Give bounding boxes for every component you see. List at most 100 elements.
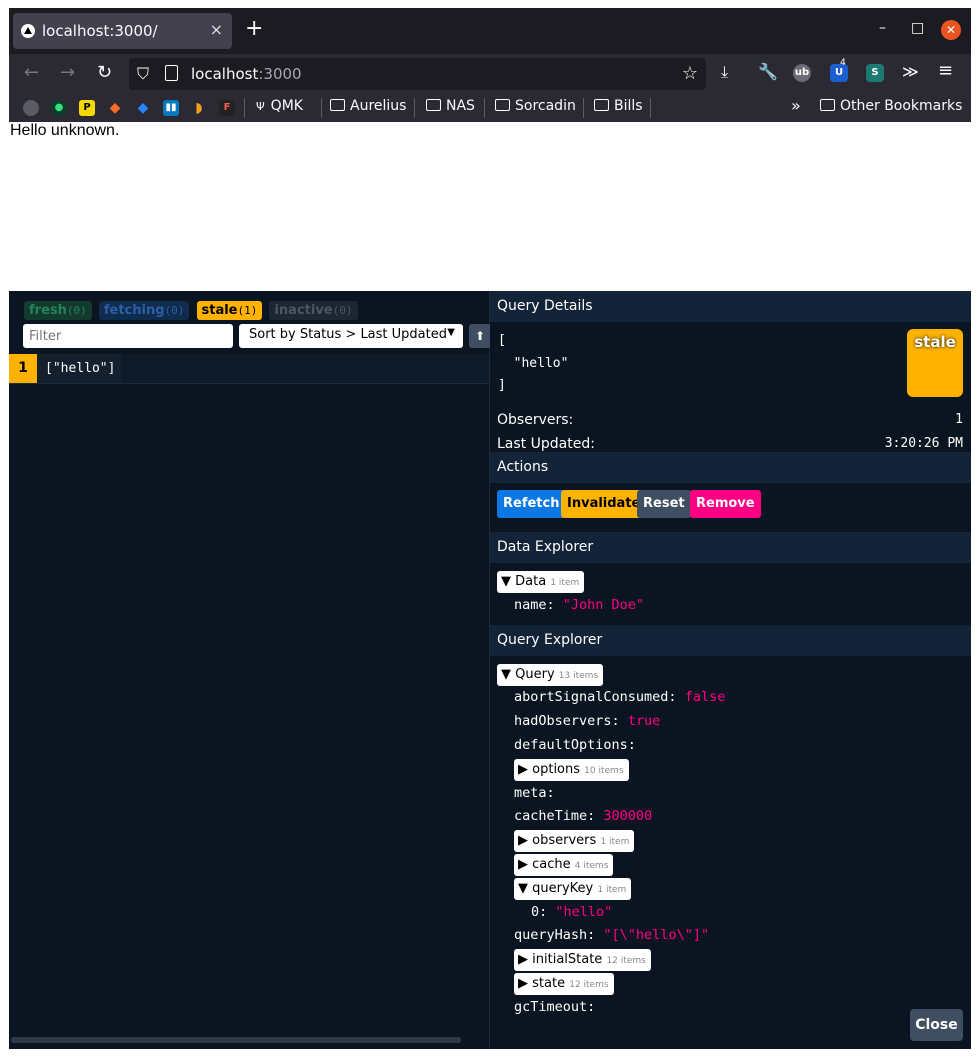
filter-fresh[interactable]: fresh(0) (24, 301, 92, 320)
state-toggle[interactable]: ▶ state 12 items (514, 973, 614, 995)
bookmark-leaf-icon[interactable]: ● (51, 100, 67, 116)
forward-icon[interactable]: → (60, 62, 75, 83)
tab-localhost[interactable]: localhost:3000/ × (13, 13, 232, 49)
last-updated-value: 3:20:26 PM (884, 436, 963, 451)
nextjs-favicon-icon (21, 24, 35, 38)
tab-bar: localhost:3000/ × + – □ ✕ (9, 8, 971, 54)
bookmark-gear-icon[interactable] (23, 100, 39, 116)
extension-badge: 4 (840, 58, 846, 68)
new-tab-button[interactable]: + (245, 16, 263, 41)
sort-direction-button[interactable]: ⬆ (469, 324, 491, 348)
reset-button[interactable]: Reset (637, 490, 691, 518)
query-details-pane: Query Details [ "hello" ] stale Observer… (490, 291, 971, 1049)
download-icon[interactable]: ⤓ (721, 62, 728, 82)
menu-icon[interactable]: ≡ (938, 60, 953, 81)
bookmarks-overflow-icon[interactable]: » (791, 96, 801, 115)
gitlab-icon[interactable]: ◆ (107, 100, 123, 116)
bookmark-separator (244, 98, 245, 118)
query-key-line: [ (498, 333, 506, 348)
status-badge: stale (907, 329, 963, 397)
bookmark-folder-bills[interactable]: Bills (594, 98, 643, 114)
query-observer-count: 1 (9, 354, 37, 383)
url-bar[interactable]: ⛉ localhost:3000 ☆ (129, 58, 706, 90)
bread-icon[interactable]: ◗ (191, 100, 207, 116)
triangle-down-icon: ▼ (501, 667, 511, 682)
filter-input[interactable] (23, 324, 233, 348)
bookmark-f-icon[interactable]: F (219, 100, 235, 116)
observers-label: Observers: (497, 412, 574, 428)
query-key-item: 0: "hello" (531, 904, 613, 920)
bookmark-p-icon[interactable]: P (79, 100, 95, 116)
filter-fetching[interactable]: fetching(0) (98, 301, 190, 320)
folder-icon (820, 99, 835, 111)
query-row[interactable]: 1 ["hello"] (9, 354, 489, 384)
trello-icon[interactable]: ▮▮ (163, 100, 179, 116)
default-options-entry: defaultOptions: (514, 737, 636, 753)
remove-button[interactable]: Remove (690, 490, 761, 518)
ublock-icon[interactable]: ub (793, 64, 811, 82)
query-key-label: ["hello"] (38, 354, 123, 383)
query-hash-entry: queryHash: "[\"hello\"]" (514, 927, 710, 943)
query-key-toggle[interactable]: ▼ queryKey 1 item (514, 878, 632, 900)
back-icon[interactable]: ← (24, 62, 39, 83)
bookmark-qmk[interactable]: Ψ QMK (256, 98, 303, 114)
had-observers-entry: hadObservers: true (514, 713, 661, 729)
maximize-icon[interactable]: □ (911, 20, 924, 36)
other-bookmarks[interactable]: Other Bookmarks (820, 98, 962, 114)
react-query-devtools-panel: fresh(0) fetching(0) stale(1) inactive(0… (9, 291, 971, 1049)
chevron-down-icon: ▼ (447, 327, 455, 338)
tab-title: localhost:3000/ (42, 22, 158, 40)
sort-select[interactable]: Sort by Status > Last Updated ▼ (239, 324, 463, 348)
page-viewport: Hello unknown. (9, 122, 971, 291)
filter-stale[interactable]: stale(1) (196, 301, 263, 320)
wrench-icon[interactable]: 🔧 (758, 62, 778, 81)
query-explorer-header: Query Explorer (490, 625, 971, 656)
nav-bar: ← → ↻ ⛉ localhost:3000 ☆ ⤓ 🔧 ub U 4 S ≫ … (9, 54, 971, 94)
horizontal-scrollbar[interactable] (11, 1037, 461, 1043)
bookmark-star-icon[interactable]: ☆ (682, 63, 698, 84)
filter-inactive[interactable]: inactive(0) (269, 301, 358, 320)
cache-toggle[interactable]: ▶ cache 4 items (514, 854, 614, 876)
abort-signal-entry: abortSignalConsumed: false (514, 689, 726, 705)
browser-window: localhost:3000/ × + – □ ✕ ← → ↻ ⛉ localh… (9, 8, 971, 1049)
bookmark-separator (583, 98, 584, 118)
triangle-right-icon: ▶ (518, 857, 528, 872)
bookmark-folder-aurelius[interactable]: Aurelius (330, 98, 406, 114)
last-updated-label: Last Updated: (497, 436, 595, 452)
observers-toggle[interactable]: ▶ observers 1 item (514, 830, 635, 852)
query-key-line: "hello" (498, 356, 569, 371)
initial-state-toggle[interactable]: ▶ initialState 12 items (514, 949, 651, 971)
cache-time-entry: cacheTime: 300000 (514, 808, 653, 824)
window-close-icon[interactable]: ✕ (941, 20, 961, 40)
shield-icon[interactable]: ⛉ (137, 64, 149, 84)
jira-icon[interactable]: ◆ (135, 100, 151, 116)
query-list-pane: fresh(0) fetching(0) stale(1) inactive(0… (9, 291, 491, 1049)
close-devtools-button[interactable]: Close (910, 1009, 963, 1041)
s-extension-icon[interactable]: S (866, 64, 884, 82)
folder-icon (594, 99, 609, 111)
url-text: localhost:3000 (191, 65, 302, 83)
reload-icon[interactable]: ↻ (97, 62, 112, 83)
bookmark-folder-sorcadin[interactable]: Sorcadin (495, 98, 576, 114)
sort-select-value: Sort by Status > Last Updated (249, 327, 447, 342)
bookmark-separator (414, 98, 415, 118)
triangle-right-icon: ▶ (518, 952, 528, 967)
minimize-icon[interactable]: – (879, 20, 886, 36)
data-toggle[interactable]: ▼ Data 1 item (497, 571, 585, 593)
qmk-icon: Ψ (256, 100, 265, 113)
meta-entry: meta: (514, 785, 555, 801)
bookmarks-bar: ● P ◆ ◆ ▮▮ ◗ F Ψ QMK Aurelius NAS Sorcadi… (9, 94, 971, 122)
refetch-button[interactable]: Refetch (497, 490, 566, 518)
data-explorer-header: Data Explorer (490, 532, 971, 563)
query-toggle[interactable]: ▼ Query 13 items (497, 664, 604, 686)
bookmark-folder-nas[interactable]: NAS (426, 98, 475, 114)
options-toggle[interactable]: ▶ options 10 items (514, 759, 629, 781)
invalidate-button[interactable]: Invalidate (561, 490, 647, 518)
more-tools-icon[interactable]: ≫ (902, 62, 919, 81)
tab-close-icon[interactable]: × (210, 20, 223, 39)
actions-header: Actions (490, 452, 971, 483)
hello-text: Hello unknown. (10, 122, 120, 139)
triangle-right-icon: ▶ (518, 976, 528, 991)
query-details-header: Query Details (490, 291, 971, 322)
folder-icon (426, 99, 441, 111)
